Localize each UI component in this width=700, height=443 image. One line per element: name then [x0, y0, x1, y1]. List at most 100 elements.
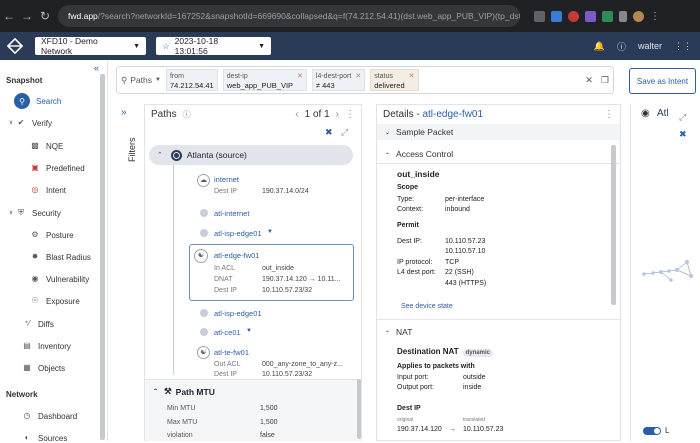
- chip-key: l4-dest-port: [315, 73, 352, 80]
- sidebar-item-diffs[interactable]: ⁺⁄ Diffs: [22, 319, 122, 329]
- blast-icon: ✸: [31, 252, 39, 261]
- hop-atl-te-fw01[interactable]: atl-te-fw01: [214, 348, 249, 357]
- hop-atl-isp-edge01[interactable]: atl-isp-edge01: [214, 229, 262, 238]
- next-page-icon[interactable]: ›: [336, 109, 339, 120]
- details-title-device[interactable]: atl-edge-fw01: [422, 109, 483, 120]
- collapse-map-icon[interactable]: ⤢: [679, 112, 686, 123]
- user-name[interactable]: walter: [638, 41, 662, 51]
- prev-page-icon[interactable]: ‹: [295, 109, 298, 120]
- extension-icon[interactable]: [534, 10, 545, 22]
- filters-label[interactable]: Filters: [127, 138, 137, 163]
- clear-icon[interactable]: ✕: [585, 75, 593, 86]
- sidebar-item-verify[interactable]: ∨ ✔ Verify: [6, 118, 106, 128]
- chip-key: status: [374, 73, 393, 80]
- nat-header[interactable]: ⌃ NAT: [385, 327, 412, 337]
- back-icon[interactable]: ←: [0, 9, 18, 23]
- original-ip: 190.37.14.120: [397, 426, 442, 433]
- access-control-header[interactable]: ⌃ Access Control: [385, 149, 453, 159]
- menu-icon[interactable]: ⋮: [650, 11, 660, 22]
- extension-icon[interactable]: [551, 10, 562, 22]
- fit-icon[interactable]: ✖: [679, 129, 687, 140]
- hop-internet[interactable]: internet: [214, 175, 239, 184]
- more-icon[interactable]: ⋮: [345, 109, 355, 120]
- star-icon[interactable]: ☆: [162, 41, 170, 52]
- search-mode-selector[interactable]: ⚲ Paths ▼: [121, 75, 161, 86]
- mtu-label: Min MTU: [167, 405, 196, 412]
- layer-toggle[interactable]: L: [643, 426, 669, 435]
- snapshot-date: 2023-10-18 13:01:56: [174, 36, 219, 56]
- dashboard-icon: ◷: [23, 411, 31, 420]
- hop-atl-ce01[interactable]: atl-ce01: [214, 328, 241, 337]
- copy-icon[interactable]: ❐: [601, 75, 609, 86]
- extension-icon[interactable]: [568, 10, 579, 22]
- network-selector[interactable]: XFD10 - Demo Network ▼: [35, 36, 146, 56]
- details-scrollbar[interactable]: [611, 145, 616, 305]
- chevron-down-icon: ▼: [154, 77, 161, 83]
- filters-panel: » Filters: [113, 104, 139, 441]
- sidebar-item-objects[interactable]: ▦ Objects: [22, 363, 122, 373]
- source-icon: [170, 149, 182, 161]
- help-icon[interactable]: ⓘ: [617, 40, 626, 53]
- address-bar[interactable]: fwd.app/?search?networkId=167252&snapsho…: [58, 5, 520, 27]
- extension-icon[interactable]: [602, 10, 613, 22]
- puzzle-icon[interactable]: [619, 10, 627, 22]
- see-device-state-link[interactable]: See device state: [401, 303, 453, 310]
- query-chip-l4-dest-port[interactable]: l4-dest-port ≠ 443 ✕: [311, 69, 366, 91]
- sidebar-item-search[interactable]: ⚲ Search: [14, 93, 114, 109]
- query-chip-dest-ip[interactable]: dest-ip web_app_PUB_VIP ✕: [222, 69, 307, 91]
- paths-scrollbar[interactable]: [357, 379, 361, 439]
- close-icon[interactable]: ✕: [355, 72, 361, 88]
- hop-atl-isp-edge01-return[interactable]: atl-isp-edge01: [214, 309, 262, 318]
- hop-field-label: Out ACL: [214, 361, 241, 368]
- hop-card-selected[interactable]: ☯ atl-edge-fw01 In ACL out_inside DNAT 1…: [189, 244, 354, 301]
- chip-value: web_app_PUB_VIP: [226, 81, 294, 90]
- posture-icon: ⚙: [31, 230, 39, 239]
- snapshot-selector[interactable]: ☆ 2023-10-18 13:01:56 ▼: [156, 36, 271, 56]
- sidebar-item-sources[interactable]: ◐ Sources: [22, 433, 122, 443]
- more-icon[interactable]: ⋮: [604, 109, 614, 120]
- close-icon[interactable]: ✕: [297, 72, 303, 88]
- query-box[interactable]: ⚲ Paths ▼ from 74.212.54.41 dest-ip web_ap…: [116, 66, 614, 94]
- profile-avatar[interactable]: [633, 10, 644, 22]
- help-icon[interactable]: ⓘ: [183, 109, 191, 120]
- close-icon[interactable]: ✕: [409, 72, 415, 88]
- objects-icon: ▦: [23, 363, 31, 372]
- apps-grid-icon[interactable]: ⋮⋮: [674, 41, 692, 52]
- sidebar-item-inventory[interactable]: ▤ Inventory: [22, 341, 122, 351]
- sidebar-item-label: Blast Radius: [46, 252, 91, 262]
- toggle-switch[interactable]: [643, 426, 661, 435]
- permit-label: IP protocol:: [397, 259, 433, 266]
- topology-graph[interactable]: [641, 254, 699, 288]
- reload-icon[interactable]: ↻: [36, 9, 54, 23]
- query-chip-from[interactable]: from 74.212.54.41: [165, 69, 218, 91]
- sidebar-item-label: Exposure: [46, 296, 80, 306]
- hop-field-value: 10.110.57.23/32: [262, 287, 313, 294]
- hop-field-label: In ACL: [214, 265, 236, 272]
- expand-filters-icon[interactable]: »: [121, 107, 127, 118]
- source-row[interactable]: ⌃ Atlanta (source): [149, 145, 353, 165]
- permit-value: 10.110.57.10: [445, 248, 486, 255]
- sample-packet-section[interactable]: ⌄ Sample Packet: [377, 124, 620, 140]
- bell-icon[interactable]: 🔔: [594, 41, 605, 52]
- forward-logo-icon[interactable]: [7, 38, 23, 54]
- chevron-down-icon[interactable]: ▼: [246, 328, 252, 334]
- sidebar-item-security[interactable]: ∨ ⛨ Security: [6, 208, 106, 218]
- extension-icon[interactable]: [585, 10, 596, 22]
- expand-icon[interactable]: ⤢: [341, 127, 348, 138]
- permit-label: Dest IP:: [397, 238, 422, 245]
- fit-icon[interactable]: ✖: [325, 127, 333, 138]
- details-title-prefix: Details -: [383, 108, 420, 120]
- save-as-intent-button[interactable]: Save as Intent: [629, 68, 696, 94]
- sidebar-scrollbar[interactable]: [100, 74, 105, 440]
- sidebar-item-label: NQE: [46, 141, 64, 151]
- hop-field-value: 10.110.57.23/32: [262, 371, 313, 377]
- chevron-up-icon: ⌃: [385, 331, 391, 337]
- forward-icon[interactable]: →: [18, 9, 36, 23]
- sidebar-item-dashboard[interactable]: ◷ Dashboard: [22, 411, 122, 421]
- query-chip-status[interactable]: status delivered ✕: [370, 69, 419, 91]
- hop-atl-internet[interactable]: atl-internet: [214, 209, 249, 218]
- path-mtu-header[interactable]: ⌃ ⚒ Path MTU: [153, 386, 215, 397]
- collapse-sidebar-icon[interactable]: «: [94, 63, 99, 73]
- hop-atl-edge-fw01[interactable]: atl-edge-fw01: [214, 251, 259, 260]
- chevron-down-icon[interactable]: ▼: [267, 229, 273, 235]
